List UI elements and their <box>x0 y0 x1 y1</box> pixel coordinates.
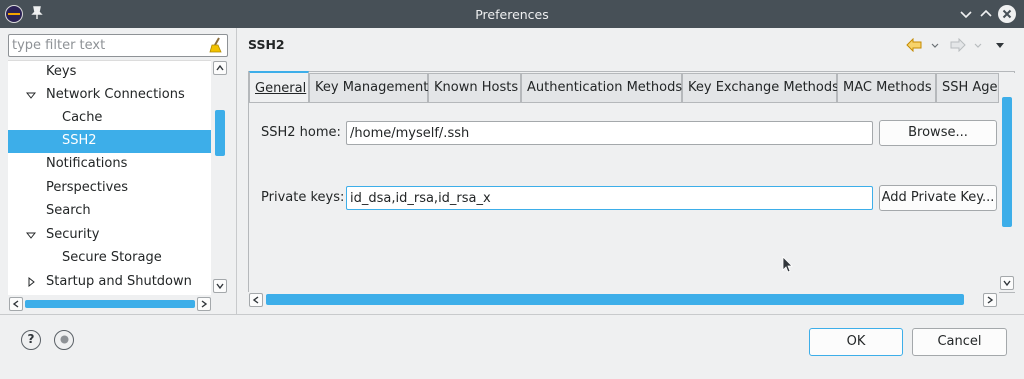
tree-item-notifications[interactable]: Notifications <box>8 153 211 176</box>
tab-folder <box>248 71 1015 293</box>
tree-vertical-scrollbar[interactable] <box>212 60 228 295</box>
cancel-button[interactable]: Cancel <box>912 328 1007 356</box>
scroll-thumb[interactable] <box>215 110 225 156</box>
tab-label: General <box>255 81 307 96</box>
tree-item-security[interactable]: Security <box>8 224 211 247</box>
minimize-icon[interactable] <box>957 5 975 23</box>
tree-item-label: Network Connections <box>46 87 185 102</box>
page-title: SSH2 <box>248 37 285 52</box>
filter-input[interactable] <box>9 35 199 56</box>
ssh2-home-label: SSH2 home: <box>261 125 341 140</box>
tree-item-label: Perspectives <box>46 180 129 195</box>
mouse-pointer-icon <box>782 256 794 274</box>
tree-item-keys[interactable]: Keys <box>8 61 211 84</box>
clear-filter-icon[interactable] <box>208 37 225 54</box>
ssh2-home-field[interactable] <box>346 121 873 145</box>
tree-item-label: Search <box>46 203 91 218</box>
page-horizontal-scrollbar[interactable] <box>248 292 999 308</box>
expanded-arrow-icon[interactable] <box>25 84 37 106</box>
scroll-right-icon[interactable] <box>197 297 211 311</box>
scroll-thumb[interactable] <box>25 300 195 308</box>
tab-key-exchange-methods[interactable]: Key Exchange Methods <box>682 73 839 102</box>
tab-known-hosts[interactable]: Known Hosts <box>428 73 521 102</box>
tab-label: Known Hosts <box>434 80 519 95</box>
ssh2-home-input[interactable] <box>347 122 872 144</box>
tree-item-startup-and-shutdown[interactable]: Startup and Shutdown <box>8 271 211 294</box>
collapsed-arrow-icon[interactable] <box>25 271 37 293</box>
scroll-thumb[interactable] <box>1002 97 1012 227</box>
tab-ssh-agent[interactable]: SSH Ager <box>936 73 999 102</box>
private-keys-field[interactable] <box>346 186 873 210</box>
tab-label: SSH Ager <box>942 80 999 95</box>
back-arrow-icon[interactable] <box>906 37 922 54</box>
scroll-down-icon[interactable] <box>213 279 227 293</box>
maximize-icon[interactable] <box>977 5 995 23</box>
tree-item-label: Keys <box>46 64 77 79</box>
scroll-up-icon[interactable] <box>213 61 227 75</box>
preference-tree: Keys Network Connections Cache SSH2 Noti… <box>8 60 211 295</box>
tab-label: Key Exchange Methods <box>688 80 839 95</box>
close-icon[interactable] <box>998 5 1016 23</box>
ok-button[interactable]: OK <box>809 328 903 356</box>
filter-input-box[interactable] <box>8 34 228 57</box>
title-bar: Preferences <box>0 0 1024 28</box>
tree-item-secure-storage[interactable]: Secure Storage <box>8 247 211 270</box>
forward-menu-chevron-icon[interactable] <box>974 38 982 54</box>
tree-horizontal-scrollbar[interactable] <box>8 296 228 312</box>
tree-item-cache[interactable]: Cache <box>8 107 211 130</box>
button-bar-separator <box>0 314 1024 315</box>
scroll-thumb[interactable] <box>266 294 964 305</box>
tree-item-ssh2[interactable]: SSH2 <box>8 130 211 153</box>
scroll-down-icon[interactable] <box>1000 276 1014 290</box>
tree-item-label: Notifications <box>46 156 128 171</box>
back-menu-chevron-icon[interactable] <box>931 38 939 54</box>
scroll-left-icon[interactable] <box>249 293 263 307</box>
scroll-right-icon[interactable] <box>983 293 997 307</box>
question-mark-icon[interactable]: ? <box>21 330 41 350</box>
private-keys-input[interactable] <box>347 187 872 209</box>
tab-label: MAC Methods <box>843 80 932 95</box>
forward-arrow-icon[interactable] <box>950 37 966 54</box>
tree-item-label: Startup and Shutdown <box>46 274 192 289</box>
private-keys-label: Private keys: <box>261 190 345 205</box>
tab-label: Authentication Methods <box>527 80 683 95</box>
tree-item-search[interactable]: Search <box>8 200 211 223</box>
tab-authentication-methods[interactable]: Authentication Methods <box>521 73 682 102</box>
tree-item-network-connections[interactable]: Network Connections <box>8 84 211 107</box>
browse-button[interactable]: Browse... <box>879 120 997 146</box>
tab-label: Key Management <box>315 80 429 95</box>
window-title: Preferences <box>475 7 549 22</box>
record-icon[interactable] <box>54 330 74 350</box>
tab-mac-methods[interactable]: MAC Methods <box>837 73 936 102</box>
tree-item-label: SSH2 <box>62 133 97 148</box>
tab-key-management[interactable]: Key Management <box>309 73 428 102</box>
tab-general[interactable]: General <box>249 71 309 102</box>
tree-item-label: Cache <box>62 110 103 125</box>
view-menu-icon[interactable] <box>994 38 1006 54</box>
expanded-arrow-icon[interactable] <box>25 224 37 246</box>
tab-divider <box>249 102 999 103</box>
scroll-left-icon[interactable] <box>9 297 23 311</box>
tree-item-label: Secure Storage <box>62 250 162 265</box>
page-vertical-scrollbar[interactable] <box>999 73 1015 292</box>
tree-item-label: Security <box>46 227 100 242</box>
tree-item-perspectives[interactable]: Perspectives <box>8 177 211 200</box>
add-private-key-button[interactable]: Add Private Key... <box>879 185 997 211</box>
